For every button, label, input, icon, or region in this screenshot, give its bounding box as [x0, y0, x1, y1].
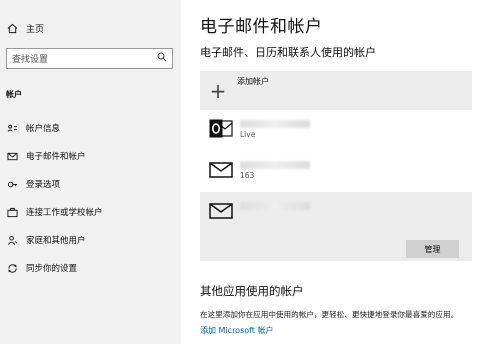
other-apps-title: 其他应用使用的帐户: [200, 284, 304, 298]
settings-window: 主页 查找设置 帐户 帐户信息 电子邮件和帐户 登录选项 连接工作或学校帐户 家…: [0, 0, 500, 344]
manage-button[interactable]: 管理: [406, 240, 459, 258]
sidebar-item-sign-in-options[interactable]: 登录选项: [0, 170, 181, 198]
plus-icon: +: [209, 78, 227, 103]
account-item[interactable]: 163: [200, 151, 472, 192]
add-microsoft-account-link[interactable]: 添加 Microsoft 帐户: [200, 325, 500, 336]
account-name-redacted: [240, 120, 310, 128]
page-title: 电子邮件和帐户: [200, 17, 323, 37]
search-icon: [157, 52, 167, 65]
home-label: 主页: [26, 24, 45, 35]
add-account-button[interactable]: + 添加帐户: [200, 71, 472, 110]
sync-icon: [6, 263, 18, 274]
mail-icon: [208, 159, 234, 181]
main-content: 电子邮件和帐户 电子邮件、日历和联系人使用的帐户 + 添加帐户 Live 163…: [181, 0, 500, 344]
sidebar-item-account-info[interactable]: 帐户信息: [0, 114, 181, 142]
account-provider: 163: [240, 171, 255, 180]
sidebar-item-label: 帐户信息: [26, 124, 61, 134]
account-provider: Live: [240, 130, 256, 139]
search-placeholder: 查找设置: [12, 55, 49, 65]
sidebar: 主页 查找设置 帐户 帐户信息 电子邮件和帐户 登录选项 连接工作或学校帐户 家…: [0, 0, 181, 344]
account-list: + 添加帐户 Live 163 管理: [200, 71, 472, 261]
sidebar-item-label: 家庭和其他用户: [26, 236, 86, 246]
sidebar-item-sync-settings[interactable]: 同步你的设置: [0, 254, 181, 282]
account-name-redacted: [240, 202, 310, 210]
account-item[interactable]: Live: [200, 110, 472, 151]
sidebar-item-label: 电子邮件和帐户: [26, 152, 86, 162]
add-account-label: 添加帐户: [237, 77, 269, 86]
sidebar-item-label: 连接工作或学校帐户: [26, 208, 103, 218]
sidebar-item-label: 同步你的设置: [26, 264, 78, 274]
mail-icon: [6, 151, 18, 162]
search-input[interactable]: 查找设置: [6, 48, 173, 69]
home-link[interactable]: 主页: [0, 14, 181, 42]
people-icon: [6, 235, 18, 246]
section-label: 帐户: [6, 90, 22, 99]
mail-icon: [208, 200, 234, 222]
sidebar-item-email-accounts[interactable]: 电子邮件和帐户: [0, 142, 181, 170]
person-card-icon: [6, 123, 18, 134]
account-name-redacted: [240, 161, 310, 169]
outlook-icon: [208, 118, 234, 140]
account-item[interactable]: [208, 200, 472, 233]
key-icon: [6, 179, 18, 190]
other-apps-description: 在这里添加你在应用中使用的帐户，更轻松、更快捷地登录你最喜爱的应用。: [200, 310, 459, 319]
section-subtitle: 电子邮件、日历和联系人使用的帐户: [200, 46, 376, 59]
home-icon: [6, 22, 18, 34]
selected-account[interactable]: 管理: [200, 192, 472, 261]
sidebar-item-label: 登录选项: [26, 180, 61, 190]
sidebar-item-work-school[interactable]: 连接工作或学校帐户: [0, 198, 181, 226]
sidebar-item-family-users[interactable]: 家庭和其他用户: [0, 226, 181, 254]
briefcase-icon: [6, 207, 18, 218]
